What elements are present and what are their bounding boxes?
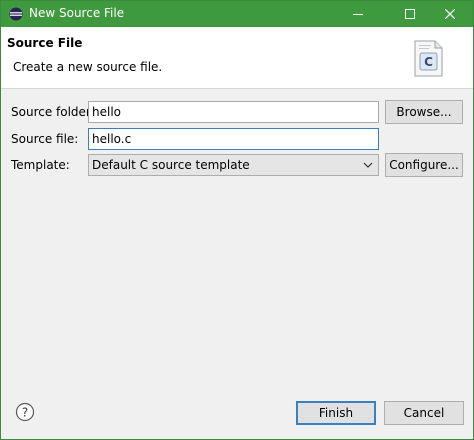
minimize-icon — [353, 14, 363, 15]
cancel-button[interactable]: Cancel — [384, 401, 464, 425]
minimize-button[interactable] — [335, 1, 381, 27]
configure-button[interactable]: Configure... — [385, 153, 463, 177]
source-file-label: Source file: — [11, 132, 79, 146]
page-description: Create a new source file. — [13, 60, 163, 74]
template-label: Template: — [11, 158, 70, 172]
wizard-header: Source File Create a new source file. C — [1, 27, 473, 89]
close-button[interactable] — [427, 1, 473, 27]
eclipse-icon — [9, 7, 23, 21]
svg-text:?: ? — [22, 406, 28, 420]
template-selected-value: Default C source template — [92, 158, 250, 172]
page-heading: Source File — [7, 36, 83, 50]
window-title: New Source File — [29, 6, 125, 20]
new-source-file-dialog: New Source File Source File Create a new… — [0, 0, 474, 440]
finish-button[interactable]: Finish — [296, 401, 376, 425]
source-file-input[interactable] — [88, 128, 379, 150]
title-bar[interactable]: New Source File — [1, 1, 473, 27]
maximize-icon — [405, 9, 415, 19]
c-source-file-icon: C — [414, 40, 443, 77]
template-select[interactable]: Default C source template — [88, 154, 379, 176]
browse-button[interactable]: Browse... — [385, 100, 463, 124]
source-folder-input[interactable] — [88, 101, 379, 123]
source-folder-label: Source folder: — [11, 105, 95, 119]
help-icon[interactable]: ? — [15, 402, 35, 422]
close-icon — [445, 9, 455, 19]
svg-text:C: C — [424, 55, 433, 69]
chevron-down-icon — [363, 162, 373, 168]
